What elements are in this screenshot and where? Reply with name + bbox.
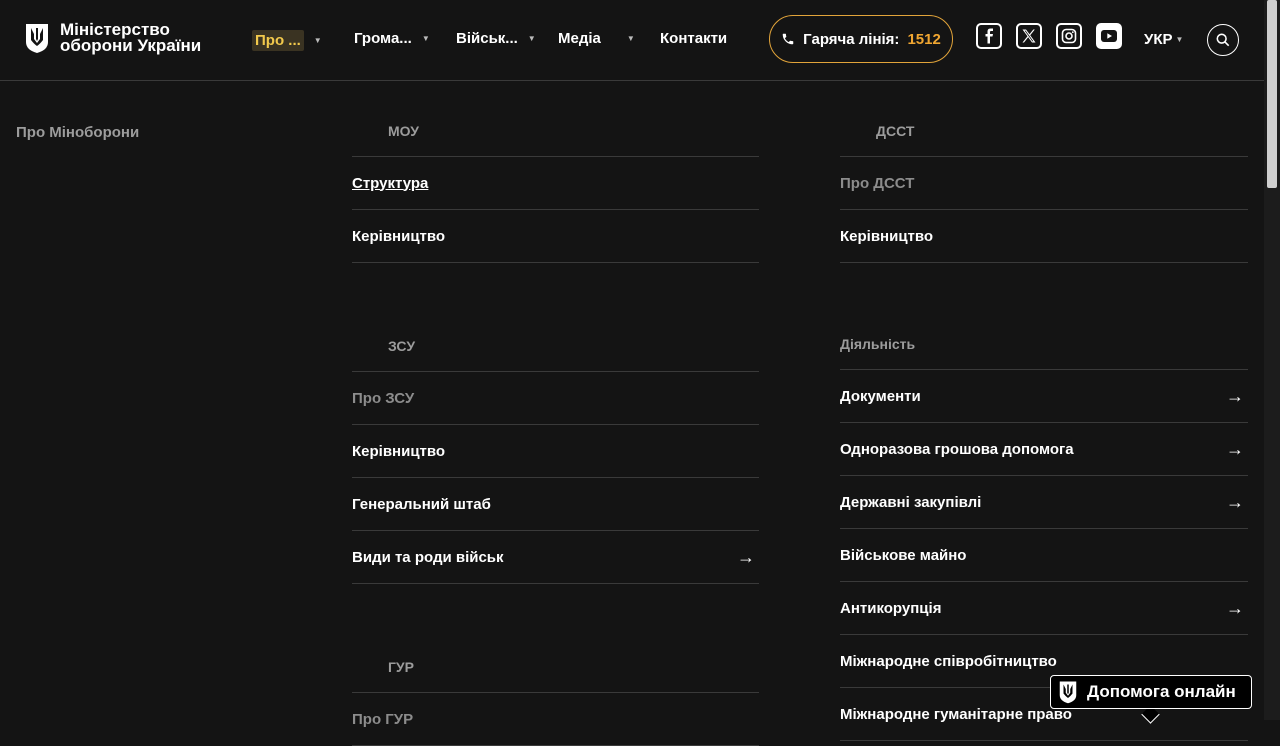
nav-contacts-label: Контакти xyxy=(660,30,728,47)
menu-item-label: Види та роди військ xyxy=(352,548,504,566)
search-button[interactable] xyxy=(1207,24,1239,56)
help-online-label: Допомога онлайн xyxy=(1087,682,1236,701)
caret-down-icon: ▼ xyxy=(626,34,635,43)
menu-item-military-property[interactable]: Військове майно xyxy=(840,529,1248,582)
section-title-activity: Діяльність xyxy=(840,318,1248,370)
hotline-label: Гаряча лінія: xyxy=(803,30,900,48)
nav-media-label: Медіа xyxy=(558,30,601,47)
section-title-dsst: ДССТ xyxy=(840,105,1248,157)
arrow-right-icon: → xyxy=(1226,438,1244,459)
arrow-right-icon: → xyxy=(737,546,755,567)
caret-down-icon: ▼ xyxy=(527,34,536,43)
nav-community-label: Грома... xyxy=(354,30,412,47)
menu-item-label: Антикорупція xyxy=(840,599,942,617)
menu-item-label: Одноразова грошова допомога xyxy=(840,440,1074,458)
trident-logo-icon xyxy=(1059,681,1077,704)
nav-about-label: Про ... xyxy=(252,30,304,51)
menu-item-label: Генеральний штаб xyxy=(352,495,491,513)
help-online-button[interactable]: Допомога онлайн xyxy=(1050,675,1252,709)
menu-item-label: Керівництво xyxy=(352,442,446,460)
nav-community[interactable]: Грома... ▼ xyxy=(354,30,430,47)
phone-icon xyxy=(782,33,794,45)
trident-logo-icon xyxy=(26,24,48,53)
menu-item-about-zsu[interactable]: Про ЗСУ xyxy=(352,372,759,425)
search-icon xyxy=(1216,33,1230,47)
menu-item-documents[interactable]: Документи → xyxy=(840,370,1248,423)
instagram-icon[interactable] xyxy=(1056,23,1082,49)
menu-item-mou-leadership[interactable]: Керівництво xyxy=(352,210,759,263)
menu-item-label: Державні закупівлі xyxy=(840,493,982,511)
menu-item-label: Керівництво xyxy=(840,227,934,245)
arrow-right-icon: → xyxy=(1226,491,1244,512)
nav-contacts[interactable]: Контакти xyxy=(660,30,727,47)
menu-item-structure[interactable]: Структура xyxy=(352,157,759,210)
nav-military[interactable]: Військ... ▼ xyxy=(456,30,536,47)
section-title-mou: МОУ xyxy=(352,105,759,157)
menu-item-dsst-leadership[interactable]: Керівництво xyxy=(840,210,1248,263)
scrollbar-thumb[interactable] xyxy=(1267,0,1277,188)
nav-military-label: Військ... xyxy=(456,30,518,47)
arrow-right-icon: → xyxy=(1226,597,1244,618)
nav-about[interactable]: Про ... ▼ xyxy=(252,30,322,51)
site-logo[interactable]: Міністерство оборони України xyxy=(24,20,220,55)
menu-item-one-time-aid[interactable]: Одноразова грошова допомога → xyxy=(840,423,1248,476)
caret-down-icon: ▼ xyxy=(1175,35,1184,44)
menu-item-procurement[interactable]: Державні закупівлі → xyxy=(840,476,1248,529)
logo-text: Міністерство оборони України xyxy=(60,20,202,55)
menu-item-label: Про ДССТ xyxy=(840,174,915,192)
menu-item-label: Керівництво xyxy=(352,227,446,245)
arrow-right-icon: → xyxy=(1226,385,1244,406)
page-scrollbar[interactable] xyxy=(1264,0,1280,720)
caret-down-icon: ▼ xyxy=(421,34,430,43)
menu-item-label: Структура xyxy=(352,174,429,192)
menu-item-label: Про ГУР xyxy=(352,710,414,728)
language-label: УКР xyxy=(1144,31,1173,48)
menu-section-dsst: ДССТ Про ДССТ Керівництво xyxy=(840,105,1248,263)
menu-item-zsu-leadership[interactable]: Керівництво xyxy=(352,425,759,478)
menu-section-mou: МОУ Структура Керівництво xyxy=(352,105,759,263)
menu-item-general-staff[interactable]: Генеральний штаб xyxy=(352,478,759,531)
menu-section-gur: ГУР Про ГУР xyxy=(352,641,759,746)
nav-media[interactable]: Медіа ▼ xyxy=(558,30,635,47)
menu-item-label: Про ЗСУ xyxy=(352,389,415,407)
facebook-icon[interactable] xyxy=(976,23,1002,49)
hotline-number: 1512 xyxy=(907,30,941,48)
site-header: Міністерство оборони України Про ... ▼ Г… xyxy=(0,0,1264,81)
section-title-gur: ГУР xyxy=(352,641,759,693)
section-title-zsu: ЗСУ xyxy=(352,320,759,372)
menu-side-title: Про Міноборони xyxy=(16,124,140,141)
language-selector[interactable]: УКР ▼ xyxy=(1144,31,1183,48)
menu-item-branches[interactable]: Види та роди військ → xyxy=(352,531,759,584)
menu-item-label: Документи xyxy=(840,387,921,405)
menu-item-anticorruption[interactable]: Антикорупція → xyxy=(840,582,1248,635)
menu-item-about-dsst[interactable]: Про ДССТ xyxy=(840,157,1248,210)
menu-item-label: Військове майно xyxy=(840,546,967,564)
x-twitter-icon[interactable] xyxy=(1016,23,1042,49)
hotline-button[interactable]: Гаряча лінія: 1512 xyxy=(769,15,953,63)
caret-down-icon: ▼ xyxy=(313,36,322,45)
menu-item-label: Міжнародне співробітництво xyxy=(840,652,1057,670)
menu-section-zsu: ЗСУ Про ЗСУ Керівництво Генеральний штаб… xyxy=(352,320,759,584)
youtube-icon[interactable] xyxy=(1096,23,1122,49)
